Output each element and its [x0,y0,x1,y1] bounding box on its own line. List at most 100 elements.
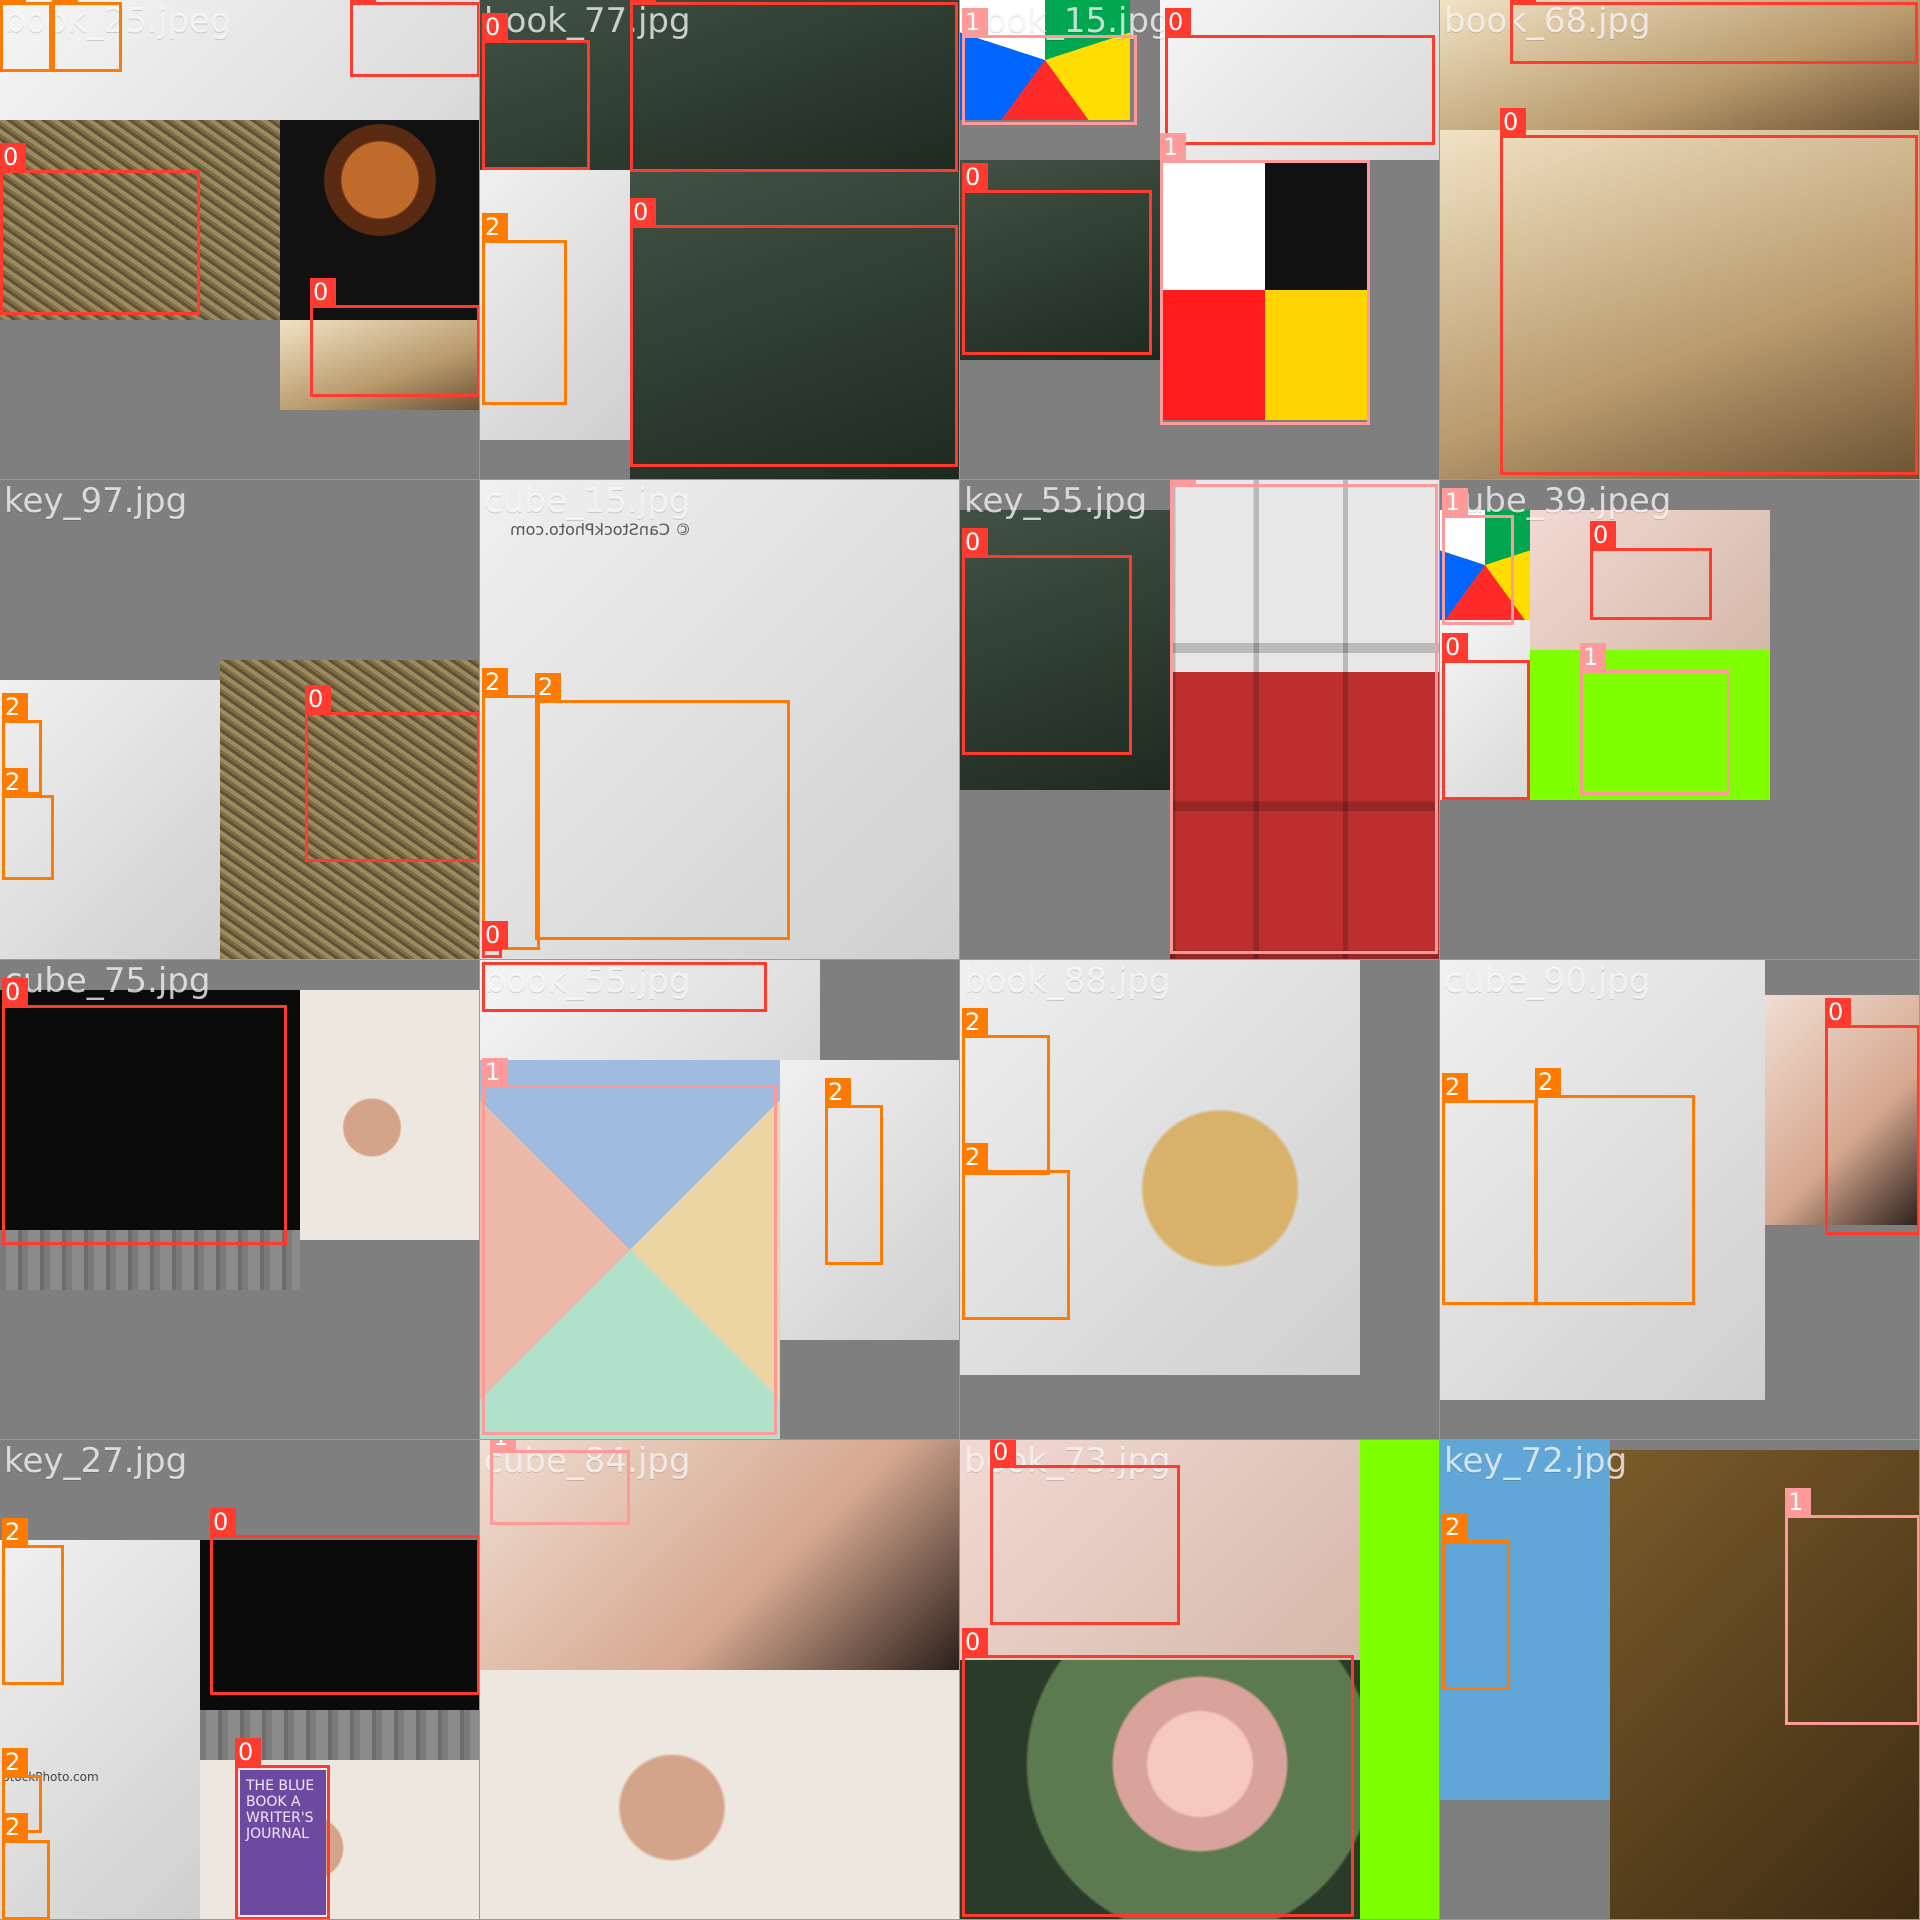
detection-box: 2 [535,673,790,940]
class-label: 0 [235,1738,261,1766]
class-label: 1 [490,1440,516,1451]
detection-box: 0 [0,143,200,315]
class-label: 0 [350,0,376,3]
detection-box: 0 [630,198,958,467]
detection-box: 2 [482,213,567,405]
detection-box: 0 [310,278,479,397]
detection-box: 2 [962,1143,1070,1320]
class-label: 0 [1500,108,1526,136]
image-filename: book_88.jpg [964,961,1171,1001]
mosaic-grid: book_25.jpeg 2 2 0 0 0 book_77.jpg 0 0 2 [0,0,1920,1920]
class-label: 0 [962,1628,988,1656]
image-filename: cube_75.jpg [4,961,211,1001]
detection-box: 0 [1165,8,1435,145]
detection-box: 0 [210,1508,479,1695]
class-label: 0 [305,685,331,713]
image-filename: cube_39.jpeg [1444,481,1672,521]
class-label: 0 [990,1440,1016,1466]
class-label: 2 [2,693,28,721]
class-label: 1 [1170,480,1196,485]
mosaic-tile: book_73.jpg 0 0 [960,1440,1440,1920]
mosaic-tile: cube_90.jpg 2 2 0 [1440,960,1920,1440]
mosaic-tile: book_88.jpg 2 2 [960,960,1440,1440]
watermark: © CanStockPhoto.com [510,520,692,539]
image-filename: key_27.jpg [4,1441,188,1481]
class-label: 2 [825,1078,851,1106]
class-label: 2 [962,1143,988,1171]
mosaic-tile: cube_39.jpeg 1 0 0 1 [1440,480,1920,960]
class-label: 0 [0,143,26,171]
detection-box: 0 [1590,521,1712,620]
class-label: 1 [1785,1488,1811,1516]
image-filename: cube_90.jpg [1444,961,1651,1001]
class-label: 0 [482,921,508,949]
class-label: 2 [535,673,561,701]
class-label: 2 [2,768,28,796]
mosaic-tile: cube_15.jpg © CanStockPhoto.com 2 2 0 [480,480,960,960]
detection-box: 0 [1825,998,1919,1235]
detection-box: 2 [482,668,540,950]
mosaic-tile: key_27.jpg StockPhoto.com 2 0 2 2 0 THE … [0,1440,480,1920]
mosaic-tile: key_72.jpg 2 1 [1440,1440,1920,1920]
class-label: 2 [962,1008,988,1036]
detection-box: 2 [1442,1073,1537,1305]
mosaic-tile: book_55.jpg 1 2 [480,960,960,1440]
detection-box: 1 [1442,488,1514,625]
class-label: 0 [210,1508,236,1536]
mosaic-tile: book_15.jpg 1 0 1 0 [960,0,1440,480]
detection-box: 0 [990,1440,1180,1625]
detection-box: 0 [305,685,479,862]
class-label: 1 [482,1058,508,1086]
class-label: 2 [482,668,508,696]
image-filename: book_15.jpg [964,1,1171,41]
detection-box: 1 [1785,1488,1919,1725]
class-label: 2 [1442,1513,1468,1541]
class-label: 2 [2,1748,28,1776]
class-label: 2 [2,1518,28,1546]
image-filename: cube_15.jpg [484,481,691,521]
class-label: 0 [1510,0,1536,3]
class-label: 2 [1535,1068,1561,1096]
detection-box: 0 [2,978,287,1245]
detection-box: 1 [490,1440,630,1525]
detection-box: 2 [52,0,122,72]
class-label: 2 [52,0,78,3]
detection-box [482,962,767,1012]
detection-box: 2 [2,768,54,880]
class-label: 0 [1825,998,1851,1026]
class-label: 0 [310,278,336,306]
class-label: 2 [482,213,508,241]
class-label: 0 [630,198,656,226]
mosaic-tile: key_55.jpg 0 1 [960,480,1440,960]
detection-box: 1 [962,8,1137,125]
detection-box: 2 [2,1813,50,1919]
detection-box: 2 [825,1078,883,1265]
book-cover: THE BLUE BOOK A WRITER'S JOURNAL [240,1770,326,1915]
mosaic-tile: key_97.jpg 2 2 0 [0,480,480,960]
class-label: 0 [482,13,508,41]
mosaic-tile: cube_75.jpg 0 [0,960,480,1440]
class-label: 1 [1580,643,1606,671]
detection-box: 2 [0,0,52,72]
class-label: 0 [1590,521,1616,549]
tile-image [300,990,479,1240]
detection-box: 0 [962,528,1132,755]
image-filename: key_97.jpg [4,481,188,521]
detection-box: 0 [962,163,1152,355]
detection-box: 0 [962,1628,1354,1917]
class-label: 1 [1442,488,1468,516]
class-label: 0 [630,0,656,3]
tile-image [1360,1440,1439,1919]
detection-box: 1 [1160,133,1370,425]
class-label: 0 [962,163,988,191]
detection-box: 0 [482,13,590,170]
detection-box: 1 [1170,480,1438,954]
class-label: 0 [962,528,988,556]
detection-box: 2 [1442,1513,1510,1690]
class-label: 2 [1442,1073,1468,1101]
tile-image [480,1670,959,1919]
mosaic-tile: book_68.jpg 0 0 [1440,0,1920,480]
mosaic-tile: cube_84.jpg 1 [480,1440,960,1920]
class-label: 2 [0,0,26,3]
class-label: 1 [1160,133,1186,161]
